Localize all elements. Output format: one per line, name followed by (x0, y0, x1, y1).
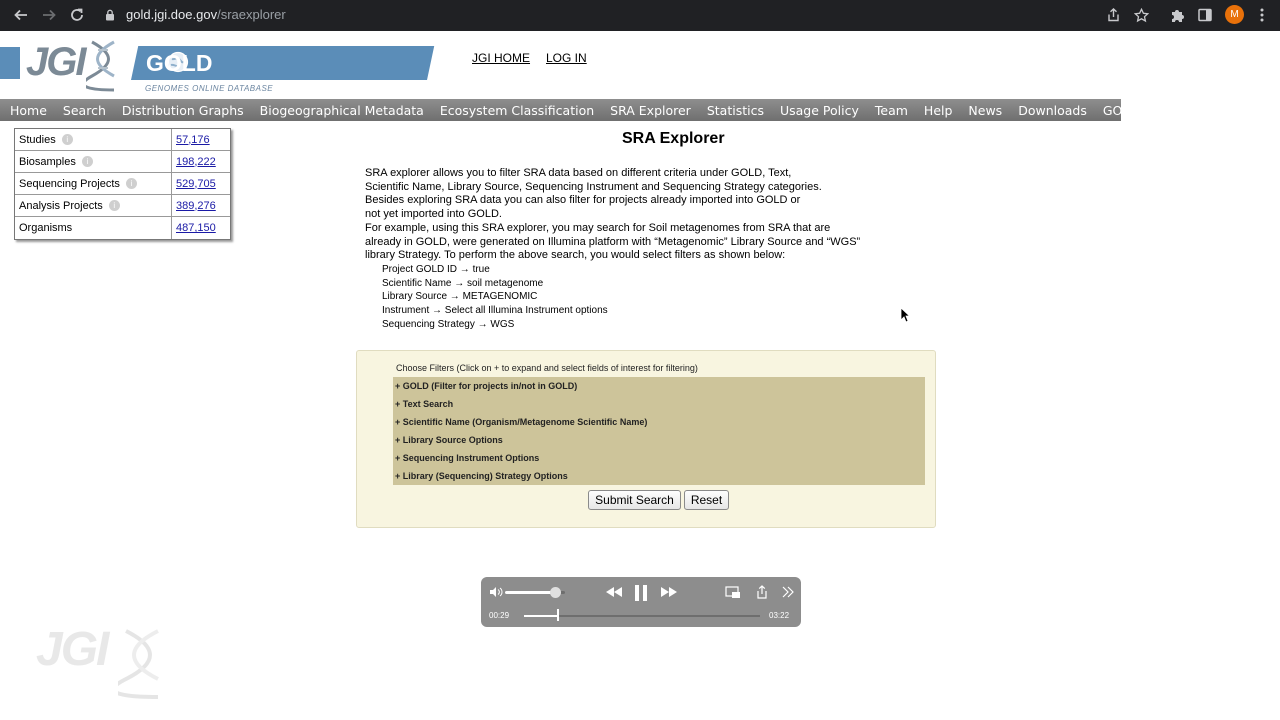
browser-toolbar: gold.jgi.doe.gov/sraexplorer M (0, 0, 1280, 31)
mouse-cursor-icon (900, 307, 910, 323)
log-in-link[interactable]: LOG IN (546, 51, 587, 65)
description-line: SRA explorer allows you to filter SRA da… (365, 167, 792, 179)
filter-library-source[interactable]: + Library Source Options (393, 431, 925, 449)
menu-item-team[interactable]: Team (867, 103, 916, 118)
info-icon[interactable]: i (125, 178, 137, 189)
filter-library-strategy[interactable]: + Library (Sequencing) Strategy Options (393, 467, 925, 485)
stat-value-organisms[interactable]: 487,150 (172, 217, 230, 239)
avatar[interactable]: M (1225, 5, 1244, 24)
reset-button[interactable]: Reset (684, 490, 729, 510)
playback-scrubber[interactable] (524, 615, 760, 617)
volume-slider-knob[interactable] (549, 587, 561, 598)
picture-in-picture-icon[interactable] (725, 584, 741, 600)
address-bar[interactable]: gold.jgi.doe.gov/sraexplorer (126, 7, 286, 22)
stat-label-organisms: Organisms (15, 217, 172, 239)
example-filter: Library Source → METAGENOMIC (382, 291, 538, 303)
table-row: Sequencing Projects i 529,705 (15, 173, 230, 195)
submit-search-button[interactable]: Submit Search (588, 490, 681, 510)
jgi-home-link[interactable]: JGI HOME (472, 51, 530, 65)
volume-icon[interactable] (489, 586, 503, 598)
playback-knob[interactable] (556, 609, 559, 621)
description-line: Scientific Name, Library Source, Sequenc… (365, 180, 822, 193)
puzzle-icon[interactable] (1167, 5, 1187, 25)
description-line: For example, using this SRA explorer, yo… (365, 221, 831, 234)
share-icon[interactable] (1103, 5, 1123, 25)
description-line: library Strategy. To perform the above s… (365, 249, 786, 262)
description-line: not yet imported into GOLD. (365, 208, 502, 221)
dna-helix-icon (86, 40, 115, 92)
rewind-icon[interactable] (604, 584, 624, 600)
forward-arrow-icon[interactable] (38, 4, 60, 26)
stat-label-analysis-projects: Analysis Projects (19, 199, 103, 212)
menu-item-downloads[interactable]: Downloads (1010, 103, 1095, 118)
table-row: Biosamples i 198,222 (15, 151, 230, 173)
filter-sequencing-instrument[interactable]: + Sequencing Instrument Options (393, 449, 925, 467)
menu-item-help[interactable]: Help (916, 103, 961, 118)
filter-title: Choose Filters (Click on + to expand and… (396, 363, 698, 373)
stat-value-analysis-projects[interactable]: 389,276 (172, 195, 230, 216)
kebab-icon[interactable] (1256, 5, 1268, 25)
gold-logo[interactable]: GOLD (146, 50, 212, 77)
menu-item-ecosystem-classification[interactable]: Ecosystem Classification (432, 103, 602, 118)
page-description: SRA explorer allows you to filter SRA da… (365, 167, 925, 331)
dna-helix-watermark-icon (118, 629, 159, 699)
stat-label-studies: Studies (19, 133, 56, 146)
description-line: Besides exploring SRA data you can also … (365, 194, 801, 207)
jgi-watermark: JGI (36, 623, 109, 676)
lock-icon[interactable] (105, 8, 115, 21)
playback-progress (524, 615, 558, 617)
gold-subtitle: GENOMES ONLINE DATABASE (145, 84, 274, 93)
stat-label-biosamples: Biosamples (19, 155, 76, 168)
table-row: Analysis Projects i 389,276 (15, 195, 230, 217)
stat-label-sequencing-projects: Sequencing Projects (19, 177, 120, 190)
example-filter: Project GOLD ID → true (382, 263, 490, 275)
main-menu: Home Search Distribution Graphs Biogeogr… (0, 99, 1163, 121)
filter-gold[interactable]: + GOLD (Filter for projects in/not in GO… (393, 377, 925, 395)
reload-icon[interactable] (66, 4, 88, 26)
menu-item-sra-explorer[interactable]: SRA Explorer (602, 103, 699, 118)
sidepanel-icon[interactable] (1195, 5, 1215, 25)
stat-value-sequencing-projects[interactable]: 529,705 (172, 173, 230, 194)
volume-slider-fill (505, 591, 555, 594)
url-path: /sraexplorer (217, 7, 286, 22)
stat-value-studies[interactable]: 57,176 (172, 129, 230, 150)
menu-item-gold-api[interactable]: GOLD API (1095, 103, 1171, 118)
stats-table: Studies i 57,176 Biosamples i 198,222 Sequ… (14, 128, 231, 240)
back-arrow-icon[interactable] (10, 4, 32, 26)
example-filter: Sequencing Strategy → WGS (382, 318, 515, 330)
url-host: gold.jgi.doe.gov (126, 7, 218, 22)
example-filter: Scientific Name → soil metagenome (382, 277, 544, 289)
description-line: already in GOLD, were generated on Illum… (365, 235, 861, 248)
stat-value-biosamples[interactable]: 198,222 (172, 151, 230, 172)
info-icon[interactable]: i (61, 134, 73, 145)
current-time: 00:29 (489, 611, 510, 620)
table-row: Studies i 57,176 (15, 129, 230, 151)
menu-item-search[interactable]: Search (55, 103, 114, 118)
page-title: SRA Explorer (622, 130, 725, 147)
example-filter: Instrument → Select all Illumina Instrum… (382, 305, 608, 317)
fast-forward-icon[interactable] (659, 584, 679, 600)
info-icon[interactable]: i (81, 156, 93, 167)
star-icon[interactable] (1131, 5, 1151, 25)
menu-item-distribution-graphs[interactable]: Distribution Graphs (114, 103, 252, 118)
menu-item-biogeographical-metadata[interactable]: Biogeographical Metadata (252, 103, 432, 118)
share-icon[interactable] (755, 584, 769, 600)
jgi-logo[interactable]: JGI (26, 40, 87, 85)
table-row: Organisms 487,150 (15, 217, 230, 239)
info-icon[interactable]: i (108, 200, 120, 211)
duration-time: 03:22 (769, 611, 790, 620)
menu-item-usage-policy[interactable]: Usage Policy (772, 103, 867, 118)
more-controls-icon[interactable] (781, 584, 795, 600)
filter-text-search[interactable]: + Text Search (393, 395, 925, 413)
menu-item-statistics[interactable]: Statistics (699, 103, 772, 118)
menu-item-home[interactable]: Home (0, 103, 55, 118)
pause-icon[interactable] (633, 584, 649, 602)
jgi-logo-bar (0, 47, 20, 79)
menu-item-news[interactable]: News (960, 103, 1010, 118)
filter-scientific-name[interactable]: + Scientific Name (Organism/Metagenome S… (393, 413, 925, 431)
